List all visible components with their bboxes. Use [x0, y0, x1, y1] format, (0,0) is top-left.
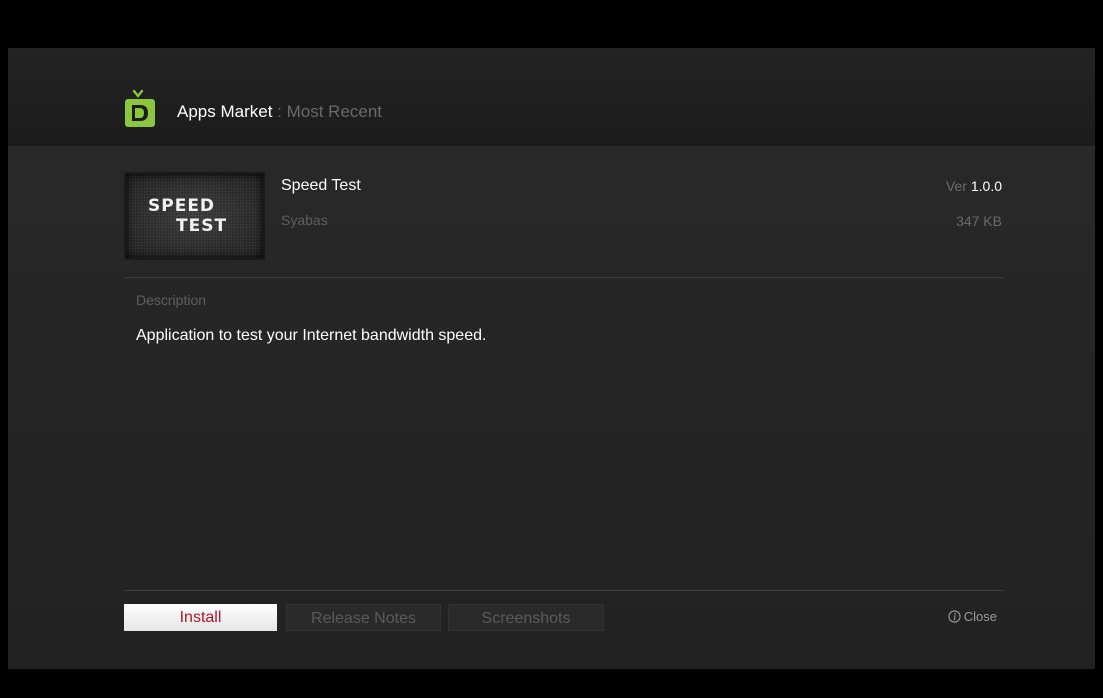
- app-name: Speed Test: [281, 177, 361, 194]
- divider: [124, 590, 1004, 591]
- release-notes-button[interactable]: Release Notes: [286, 604, 441, 631]
- divider: [124, 277, 1004, 278]
- header-separator: :: [272, 102, 287, 121]
- version-label: Ver: [945, 178, 971, 194]
- app-icon-text-line2: TEST: [176, 216, 228, 236]
- header-bar: Apps Market : Most Recent: [8, 48, 1095, 146]
- header-title-main: Apps Market: [177, 102, 273, 121]
- app-version: Ver 1.0.0: [946, 178, 1002, 194]
- install-button[interactable]: Install: [124, 604, 277, 631]
- close-label: Close: [963, 609, 997, 624]
- version-number: 1.0.0: [970, 178, 1002, 194]
- app-size: 347 KB: [956, 213, 1002, 229]
- app-icon: SPEED TEST: [124, 172, 265, 260]
- app-icon-text-line1: SPEED: [148, 196, 216, 216]
- screenshots-button[interactable]: Screenshots: [448, 604, 604, 631]
- page-title: Apps Market : Most Recent: [177, 102, 382, 122]
- description-label: Description: [136, 292, 207, 308]
- app-details-screen: Apps Market : Most Recent SPEED TEST Spe…: [8, 48, 1095, 669]
- close-button[interactable]: Close: [948, 609, 997, 624]
- tv-logo-icon: [125, 89, 155, 127]
- header-subtitle: Most Recent: [286, 102, 383, 121]
- info-circle-icon: [948, 610, 961, 623]
- description-text: Application to test your Internet bandwi…: [136, 327, 487, 344]
- app-publisher: Syabas: [281, 212, 328, 228]
